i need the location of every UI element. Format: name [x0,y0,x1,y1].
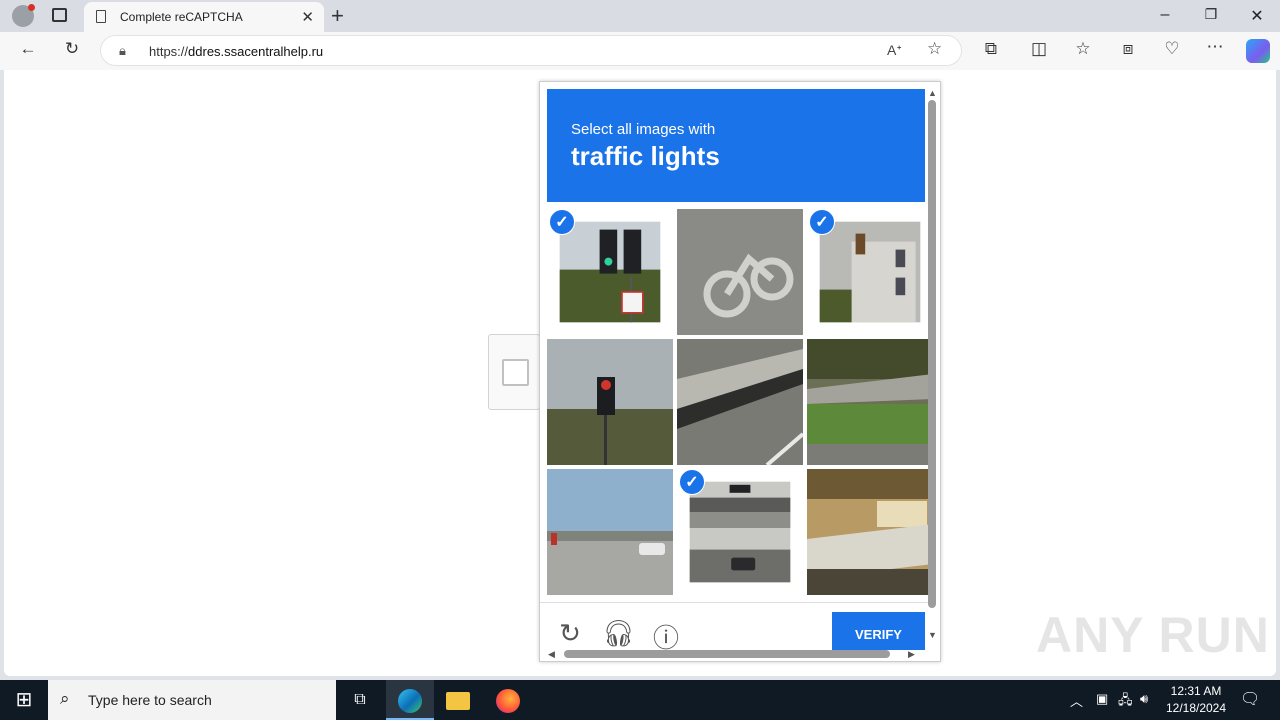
refresh-icon[interactable]: ↻ [59,39,85,59]
captcha-tile-9[interactable] [807,469,933,595]
captcha-challenge-dialog: Select all images with traffic lights ✓ … [539,81,941,662]
back-icon[interactable]: ← [15,39,41,59]
vertical-scrollbar[interactable] [928,100,936,608]
minimize-icon[interactable]: – [1150,6,1180,24]
notification-dot-icon [28,4,35,11]
tab-active[interactable]: Complete reCAPTCHA ✕ [84,2,324,32]
clock-date: 12/18/2024 [1165,701,1227,715]
read-aloud-icon[interactable]: Aᐩ [887,42,902,59]
horizontal-scrollbar[interactable] [564,650,890,658]
captcha-target: traffic lights [571,141,720,171]
bike-lane-image [677,209,803,335]
windows-start-icon[interactable]: ⊞ [0,680,48,720]
clock-time: 12:31 AM [1170,684,1222,698]
restore-icon[interactable]: ❐ [1196,6,1226,23]
url-scheme: https:// [149,44,189,59]
scroll-down-icon[interactable]: ▼ [928,630,937,640]
building-image [819,221,921,323]
road-barrier-image [677,339,803,465]
reload-challenge-icon[interactable]: ↻ [554,618,586,649]
hillside-bus-image [807,469,933,595]
overpass-street-image [689,481,791,583]
scroll-right-icon[interactable]: ▶ [908,649,915,660]
edge-app-icon[interactable] [386,680,434,720]
notifications-icon[interactable]: 🗨︎ [1240,689,1260,709]
page-icon [96,10,106,23]
network-icon[interactable]: 🖧︎ [1118,691,1133,713]
browser-essentials-icon[interactable]: ♡ [1159,39,1185,59]
meet-now-icon[interactable]: ▣ [1096,691,1108,707]
favorite-star-icon[interactable]: ☆ [927,39,942,59]
firefox-icon[interactable] [484,680,532,720]
browser-toolbar: ← ↻ 🔒︎ https://ddres.ssacentralhelp.ru A… [0,32,1280,70]
collections-icon[interactable]: ⧈ [1115,39,1141,59]
url-host: ddres.ssacentralhelp.ru [188,44,324,59]
traffic-light-image [559,221,661,323]
system-clock[interactable]: 12:31 AM 12/18/2024 [1160,683,1232,717]
highway-image [547,469,673,595]
copilot-icon[interactable] [1246,39,1270,63]
split-screen-icon[interactable]: ◫ [1026,39,1052,59]
title-bar: Complete reCAPTCHA ✕ + – ❐ ✕ [0,0,1280,32]
verify-button[interactable]: VERIFY [832,612,925,650]
captcha-tile-5[interactable] [677,339,803,465]
new-tab-icon[interactable]: + [331,3,344,29]
footer-divider [540,602,928,603]
window-close-icon[interactable]: ✕ [1242,6,1272,26]
captcha-tile-4[interactable] [547,339,673,465]
captcha-tile-7[interactable] [547,469,673,595]
captcha-instruction: Select all images with [571,121,716,138]
captcha-tile-2[interactable] [677,209,803,335]
favorites-icon[interactable]: ☆ [1070,39,1096,59]
captcha-tile-6[interactable] [807,339,933,465]
volume-icon[interactable]: 🔊︎ [1140,691,1148,707]
lock-icon[interactable]: 🔒︎ [119,43,126,59]
file-explorer-icon[interactable] [434,680,482,720]
captcha-header: Select all images with traffic lights [547,89,925,202]
more-menu-icon[interactable]: ⋯ [1202,37,1228,57]
recaptcha-checkbox[interactable] [502,359,529,386]
audio-challenge-icon[interactable]: 🎧︎ [602,618,635,649]
task-view-icon[interactable]: ⧉ [336,680,384,720]
taskbar: ⊞ ⌕ Type here to search ⧉ ︿ ▣ 🖧︎ 🔊︎ 12:3… [0,680,1280,720]
tab-actions-icon[interactable] [52,8,67,22]
extensions-icon[interactable]: ⧉ [978,39,1004,59]
selected-check-icon: ✓ [809,209,835,235]
search-icon: ⌕ [60,689,70,708]
tab-close-icon[interactable]: ✕ [301,8,314,26]
scroll-up-icon[interactable]: ▲ [928,88,937,98]
address-bar[interactable]: 🔒︎ https://ddres.ssacentralhelp.ru Aᐩ ☆ [100,35,962,66]
grass-roadside-image [807,339,933,465]
url-text: https://ddres.ssacentralhelp.ru [149,44,323,59]
red-traffic-light-image [547,339,673,465]
tray-overflow-icon[interactable]: ︿ [1070,691,1083,710]
selected-check-icon: ✓ [549,209,575,235]
search-placeholder: Type here to search [88,692,212,708]
scroll-left-icon[interactable]: ◀ [548,649,555,660]
recaptcha-checkbox-widget [488,334,540,410]
taskbar-search[interactable]: ⌕ Type here to search [48,680,336,720]
tab-title: Complete reCAPTCHA [120,10,243,24]
watermark: ANY RUN [1036,607,1270,663]
selected-check-icon: ✓ [679,469,705,495]
